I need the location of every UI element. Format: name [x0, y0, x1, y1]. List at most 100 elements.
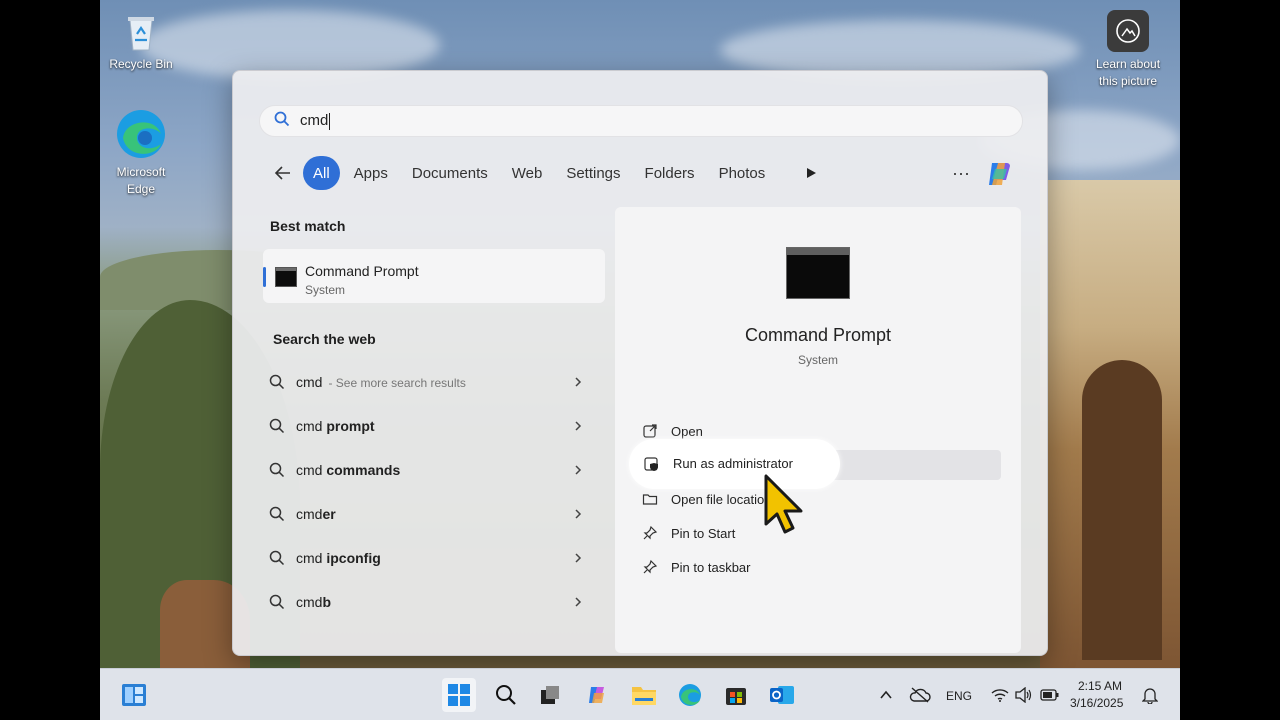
store-button[interactable]	[722, 681, 750, 709]
preview-app-name: Command Prompt	[744, 325, 892, 345]
learn-label-line1: Learn about	[1095, 57, 1161, 71]
play-icon	[807, 168, 817, 178]
tab-documents[interactable]: Documents	[402, 156, 498, 190]
copilot-button[interactable]	[983, 157, 1017, 191]
copilot-taskbar-button[interactable]	[584, 681, 612, 709]
pin-icon	[641, 558, 659, 576]
search-icon	[269, 550, 285, 566]
folder-icon	[641, 490, 659, 508]
show-hidden-icons-button[interactable]	[872, 681, 900, 709]
recycle-bin-label: Recycle Bin	[109, 57, 173, 71]
web-result-bold: ipconfig	[326, 550, 381, 566]
learn-about-picture-shortcut[interactable]: Learn about this picture	[1088, 10, 1168, 90]
search-icon	[269, 418, 285, 434]
web-result-2[interactable]: cmd commands	[269, 452, 589, 488]
tab-web[interactable]: Web	[502, 156, 553, 190]
file-explorer-button[interactable]	[630, 681, 658, 709]
edge-taskbar-button[interactable]	[676, 681, 704, 709]
outlook-button[interactable]	[768, 681, 796, 709]
tab-apps[interactable]: Apps	[344, 156, 398, 190]
edge-label-line1: Microsoft	[116, 165, 166, 179]
search-input[interactable]: cmd	[259, 105, 1023, 137]
pin-icon	[641, 524, 659, 542]
task-view-icon	[541, 686, 559, 704]
folder-icon	[632, 687, 656, 705]
clock-date: 3/16/2025	[1070, 696, 1124, 710]
cloud-offline-icon	[909, 687, 931, 703]
search-icon	[496, 685, 516, 705]
preview-pane: Command Prompt System Open Open file loc…	[615, 207, 1021, 653]
more-filters-button[interactable]	[797, 159, 825, 187]
chevron-right-icon	[575, 553, 582, 563]
search-web-heading: Search the web	[273, 331, 376, 347]
windows-logo-icon	[448, 684, 470, 706]
recycle-bin-shortcut[interactable]: Recycle Bin	[101, 12, 181, 73]
chevron-right-icon	[575, 421, 582, 431]
chevron-right-icon	[575, 509, 582, 519]
widgets-icon	[122, 684, 146, 706]
web-result-hint: - See more search results	[328, 376, 466, 390]
open-label: Open	[671, 423, 703, 439]
tab-all[interactable]: All	[303, 156, 340, 190]
web-result-1[interactable]: cmd prompt	[269, 408, 589, 444]
shield-admin-icon	[643, 455, 661, 478]
more-options-button[interactable]: ···	[947, 159, 975, 187]
system-clock[interactable]: 2:15 AM 3/16/2025	[1070, 678, 1124, 712]
pin-to-start-action[interactable]: Pin to Start	[641, 518, 1001, 548]
run-as-admin-action[interactable]: Run as administrator	[629, 439, 840, 489]
pin-to-taskbar-action[interactable]: Pin to taskbar	[641, 552, 1001, 582]
tab-folders[interactable]: Folders	[635, 156, 705, 190]
chevron-right-icon	[575, 377, 582, 387]
notifications-button[interactable]	[1136, 681, 1164, 709]
search-icon	[269, 374, 285, 390]
search-query-text: cmd	[300, 112, 329, 130]
back-button[interactable]	[269, 159, 297, 187]
web-result-text: cmd	[296, 418, 327, 434]
recycle-bin-icon	[123, 12, 159, 52]
search-icon	[269, 594, 285, 610]
copilot-icon	[589, 687, 604, 703]
search-icon	[269, 506, 285, 522]
selection-indicator	[263, 267, 266, 287]
battery-button[interactable]	[1036, 681, 1064, 709]
best-match-title: Command Prompt	[305, 263, 419, 279]
text-caret	[329, 112, 331, 130]
web-result-3[interactable]: cmder	[269, 496, 589, 532]
store-icon	[726, 688, 746, 705]
edge-shortcut[interactable]: Microsoft Edge	[101, 108, 181, 198]
web-result-text: cmd	[296, 550, 327, 566]
web-result-4[interactable]: cmd ipconfig	[269, 540, 589, 576]
volume-button[interactable]	[1010, 681, 1038, 709]
tab-photos[interactable]: Photos	[709, 156, 776, 190]
web-result-5[interactable]: cmdb	[269, 584, 589, 620]
pin-to-taskbar-label: Pin to taskbar	[671, 559, 751, 575]
tab-settings[interactable]: Settings	[556, 156, 630, 190]
search-icon	[274, 111, 290, 132]
filter-bar: All Apps Documents Web Settings Folders …	[269, 155, 825, 191]
web-result-text: cmd	[296, 594, 323, 610]
taskbar-search-button[interactable]	[492, 681, 520, 709]
camera-icon	[1107, 10, 1149, 52]
web-result-bold: prompt	[326, 418, 375, 434]
chevron-right-icon	[575, 597, 582, 607]
web-result-bold: b	[322, 594, 332, 610]
task-view-button[interactable]	[536, 681, 564, 709]
bell-icon	[1142, 688, 1158, 704]
arrow-left-icon	[274, 166, 290, 180]
onedrive-button[interactable]	[906, 681, 934, 709]
start-button[interactable]	[442, 678, 476, 712]
run-as-admin-label: Run as administrator	[673, 456, 793, 471]
copilot-icon	[989, 163, 1010, 185]
web-result-text: cmd	[296, 506, 323, 522]
web-result-0[interactable]: cmd - See more search results	[269, 364, 589, 400]
web-result-bold: commands	[326, 462, 401, 478]
widgets-button[interactable]	[120, 681, 148, 709]
preview-app-type: System	[797, 353, 838, 367]
best-match-result[interactable]: Command Prompt System	[263, 249, 605, 303]
clock-time: 2:15 AM	[1077, 679, 1122, 693]
best-match-subtitle: System	[305, 283, 346, 297]
learn-label-line2: this picture	[1098, 74, 1158, 88]
start-search-panel: cmd All Apps Documents Web Settings Fold…	[232, 70, 1048, 656]
language-indicator[interactable]: ENG	[946, 689, 972, 703]
chevron-right-icon	[575, 465, 582, 475]
